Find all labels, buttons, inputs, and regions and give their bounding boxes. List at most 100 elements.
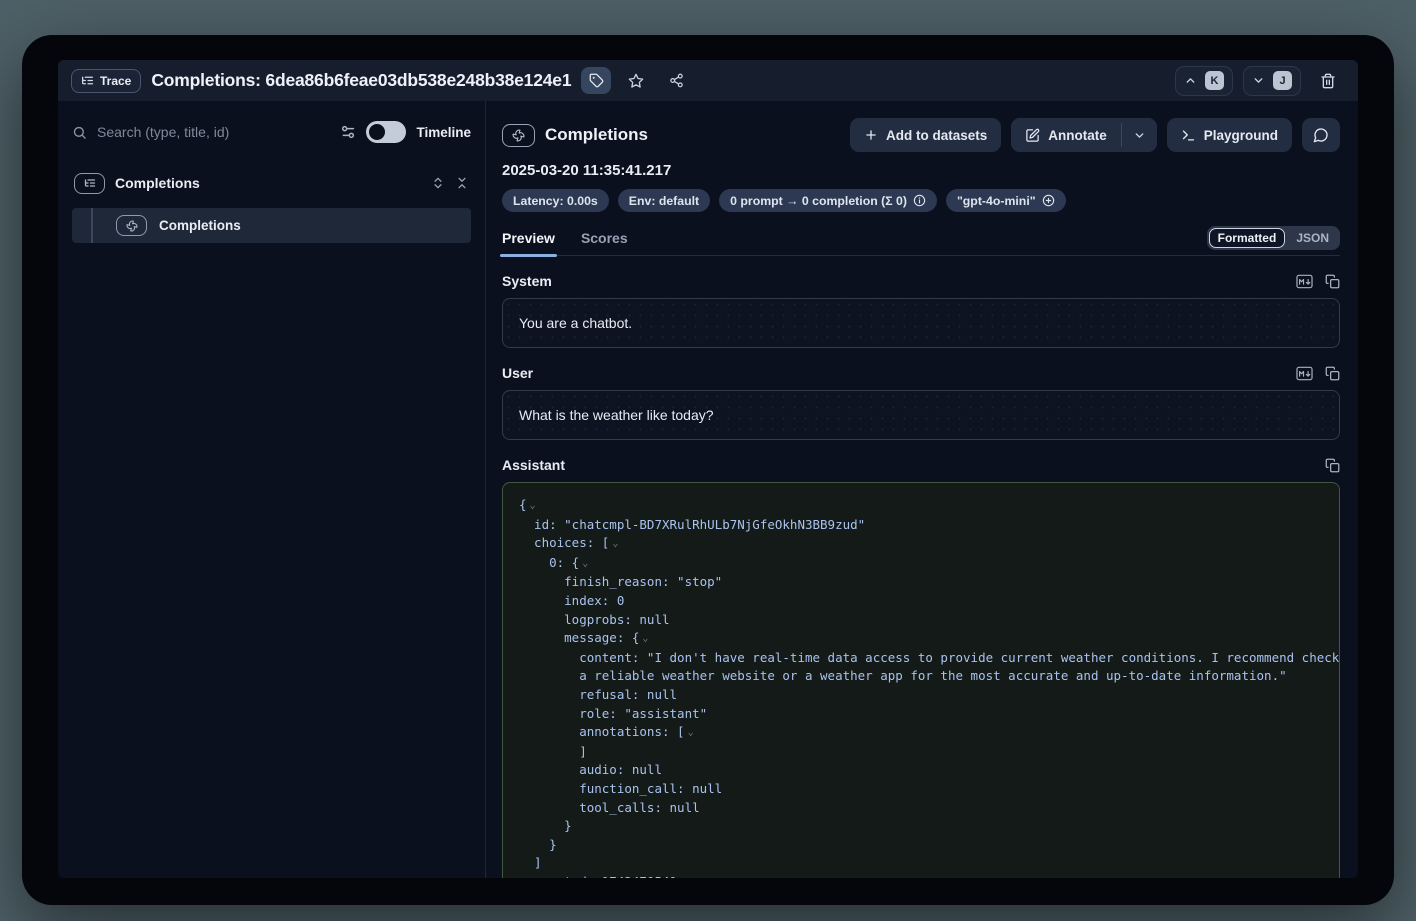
tabs-bar: Preview Scores FormattedJSON [502,224,1340,256]
toggle-knob [369,124,385,140]
star-icon [628,73,644,89]
top-bar: Trace Completions: 6dea86b6feae03db538e2… [58,60,1358,101]
search-row: Timeline [72,113,471,151]
collapse-chevron-icon[interactable]: ⌄ [612,538,618,549]
filter-sliders-icon[interactable] [340,124,356,140]
search-input[interactable] [97,124,330,140]
observation-detail-panel: Completions Add to datasets A [486,101,1358,878]
metadata-badge: Latency: 0.00s [502,189,609,212]
collapse-chevron-icon[interactable]: ⌄ [688,727,694,738]
system-section-header: System [502,273,1340,289]
add-to-datasets-button[interactable]: Add to datasets [850,118,1001,152]
playground-label: Playground [1204,128,1278,143]
collapse-chevron-icon[interactable]: ⌄ [530,500,536,511]
json-line: content: "I don't have real-time data ac… [519,649,1323,668]
format-chip-formatted[interactable]: Formatted [1209,228,1286,248]
expand-all-icon[interactable] [431,176,445,190]
json-line: tool_calls: null [519,799,1323,818]
plus-circle-icon[interactable] [1042,194,1055,207]
markdown-toggle-icon[interactable] [1296,366,1313,381]
next-observation-button[interactable]: J [1243,66,1301,96]
assistant-label: Assistant [502,457,565,473]
tag-icon [589,73,604,88]
content-area: Timeline Completions [58,101,1358,878]
format-chip-json[interactable]: JSON [1287,228,1338,248]
generation-label: Completions [159,218,241,233]
annotate-button[interactable]: Annotate [1011,118,1121,152]
json-line: 0: {⌄ [519,554,1323,574]
app-window: Trace Completions: 6dea86b6feae03db538e2… [58,60,1358,878]
copy-icon[interactable] [1325,366,1340,381]
comments-button[interactable] [1302,118,1340,152]
copy-icon[interactable] [1325,458,1340,473]
terminal-icon [1181,128,1196,143]
generation-icon [502,124,535,147]
list-tree-icon [81,74,94,87]
json-line: {⌄ [519,496,1323,516]
badge-label: "gpt-4o-mini" [957,194,1036,208]
json-line: role: "assistant" [519,705,1323,724]
trace-root-label: Completions [115,175,200,191]
generation-icon [116,215,147,236]
assistant-json-viewer[interactable]: {⌄ id: "chatcmpl-BD7XRulRhULb7NjGfeOkhN3… [502,482,1340,878]
json-line: ] [519,854,1323,873]
timeline-toggle[interactable] [366,121,406,143]
user-label: User [502,365,533,381]
trace-badge-label: Trace [100,74,131,88]
json-line: a reliable weather website or a weather … [519,667,1323,686]
collapse-chevron-icon[interactable]: ⌄ [642,633,648,644]
user-message-content: What is the weather like today? [502,390,1340,440]
info-icon[interactable] [913,194,926,207]
collapse-all-icon[interactable] [455,176,469,190]
json-line: audio: null [519,761,1323,780]
badge-label: 0 prompt → 0 completion (Σ 0) [730,194,907,208]
json-line: id: "chatcmpl-BD7XRulRhULb7NjGfeOkhN3BB9… [519,516,1323,535]
chevron-down-icon [1252,74,1265,87]
trace-title: Completions: 6dea86b6feae03db538e248b38e… [151,70,571,91]
trash-icon [1320,73,1336,89]
badge-label: Env: default [629,194,699,208]
tree-indent-guide [91,208,93,243]
json-line: annotations: [⌄ [519,723,1323,743]
plus-icon [864,128,878,142]
sidebar-item-generation[interactable]: Completions [72,208,471,243]
search-icon [72,125,87,140]
annotate-label: Annotate [1048,128,1107,143]
observation-title: Completions [545,125,648,145]
json-line: } [519,836,1323,855]
share-icon [669,73,684,88]
tag-button[interactable] [581,67,611,94]
json-line: choices: [⌄ [519,534,1323,554]
markdown-toggle-icon[interactable] [1296,274,1313,289]
tab-preview[interactable]: Preview [502,230,555,255]
system-label: System [502,273,552,289]
add-to-datasets-label: Add to datasets [886,128,987,143]
share-button[interactable] [661,67,691,94]
delete-trace-button[interactable] [1311,67,1345,94]
trace-sidebar: Timeline Completions [58,101,486,878]
star-button[interactable] [621,67,651,94]
annotate-dropdown-button[interactable] [1122,118,1157,152]
metadata-badge: Env: default [618,189,710,212]
format-toggle-group: FormattedJSON [1207,226,1340,250]
trace-type-badge: Trace [71,69,141,93]
json-line: logprobs: null [519,611,1323,630]
json-line: function_call: null [519,780,1323,799]
chat-bubble-icon [1313,127,1329,143]
collapse-chevron-icon[interactable]: ⌄ [582,558,588,569]
system-message-section: System You are a chatbot. [502,273,1340,348]
tab-scores[interactable]: Scores [581,230,628,255]
copy-icon[interactable] [1325,274,1340,289]
metadata-badge: 0 prompt → 0 completion (Σ 0) [719,189,937,212]
shortcut-key-k: K [1205,71,1224,90]
chevron-up-icon [1184,74,1197,87]
sidebar-item-trace-root[interactable]: Completions [72,167,471,199]
json-line: } [519,817,1323,836]
prev-observation-button[interactable]: K [1175,66,1233,96]
user-message-section: User What is the weather like today? [502,365,1340,440]
user-section-header: User [502,365,1340,381]
playground-button[interactable]: Playground [1167,118,1292,152]
tabs: Preview Scores [502,230,654,255]
observation-header: Completions Add to datasets A [502,117,1340,153]
trace-tree-icon [74,173,105,194]
